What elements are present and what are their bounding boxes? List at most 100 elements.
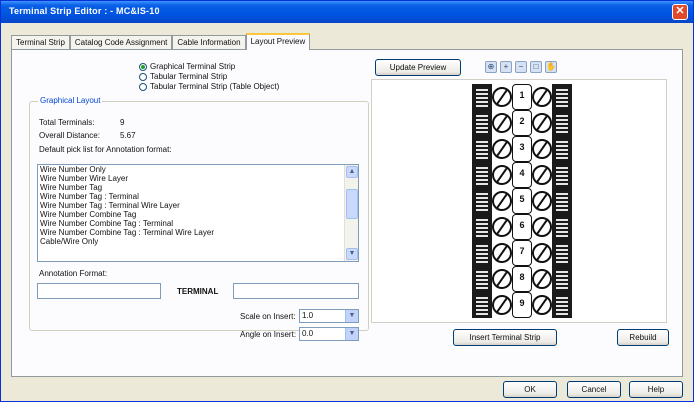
terminal-block: 5 bbox=[512, 188, 532, 214]
annotation-format-right-input[interactable] bbox=[233, 283, 359, 299]
close-button[interactable]: ✕ bbox=[672, 4, 688, 20]
tab-catalog-code-assignment[interactable]: Catalog Code Assignment bbox=[69, 35, 173, 50]
radio-indicator bbox=[139, 72, 147, 81]
chevron-down-icon[interactable]: ▼ bbox=[345, 310, 358, 322]
screw-icon bbox=[492, 139, 512, 159]
terminal-row: 6 bbox=[472, 214, 572, 240]
terminal-block: 4 bbox=[512, 162, 532, 188]
pan-icon[interactable]: ✋ bbox=[545, 61, 557, 73]
terminal-rail-right bbox=[552, 292, 572, 318]
terminal-block: 3 bbox=[512, 136, 532, 162]
terminal-rail-right bbox=[552, 214, 572, 240]
terminal-rail-left bbox=[472, 292, 492, 318]
terminal-row: 9 bbox=[472, 292, 572, 318]
terminal-number: 4 bbox=[519, 168, 525, 178]
radio-label: Tabular Terminal Strip bbox=[150, 72, 228, 81]
zoom-window-icon[interactable]: □ bbox=[530, 61, 542, 73]
zoom-out-icon[interactable]: − bbox=[515, 61, 527, 73]
total-terminals-label: Total Terminals: bbox=[39, 118, 95, 127]
list-item[interactable]: Wire Number Combine Tag : Terminal bbox=[38, 219, 358, 228]
scroll-thumb[interactable] bbox=[346, 189, 358, 219]
terminal-block: 9 bbox=[512, 292, 532, 318]
annotation-format-left-input[interactable] bbox=[37, 283, 161, 299]
list-item[interactable]: Wire Number Tag : Terminal Wire Layer bbox=[38, 201, 358, 210]
terminal-strip-preview: 1 2 3 4 5 6 7 8 9 bbox=[371, 79, 667, 323]
screw-icon bbox=[492, 295, 512, 315]
terminal-rail-left bbox=[472, 162, 492, 188]
list-item[interactable]: Wire Number Tag : Terminal bbox=[38, 192, 358, 201]
annotation-format-label: Annotation Format: bbox=[39, 269, 108, 278]
scroll-up-arrow-icon[interactable]: ▲ bbox=[346, 166, 358, 178]
insert-terminal-strip-button[interactable]: Insert Terminal Strip bbox=[453, 329, 557, 346]
scroll-down-arrow-icon[interactable]: ▼ bbox=[346, 248, 358, 260]
list-item[interactable]: Wire Number Combine Tag : Terminal Wire … bbox=[38, 228, 358, 237]
terminal-rail-left bbox=[472, 136, 492, 162]
screw-icon bbox=[532, 295, 552, 315]
screw-icon bbox=[532, 191, 552, 211]
angle-on-insert-combo[interactable]: 0.0 ▼ bbox=[299, 327, 359, 341]
pick-list-label: Default pick list for Annotation format: bbox=[39, 145, 172, 154]
list-item[interactable]: Wire Number Only bbox=[38, 165, 358, 174]
overall-distance-value: 5.67 bbox=[120, 131, 136, 140]
chevron-down-icon[interactable]: ▼ bbox=[345, 328, 358, 340]
terminal-row: 5 bbox=[472, 188, 572, 214]
terminal-rail-right bbox=[552, 266, 572, 292]
screw-icon bbox=[492, 191, 512, 211]
screw-icon bbox=[532, 113, 552, 133]
radio-graphical-terminal-strip[interactable]: Graphical Terminal Strip bbox=[139, 62, 235, 71]
terminal-rail-left bbox=[472, 266, 492, 292]
list-item[interactable]: Wire Number Combine Tag bbox=[38, 210, 358, 219]
screw-icon bbox=[492, 217, 512, 237]
screw-icon bbox=[492, 269, 512, 289]
terminal-rail-left bbox=[472, 110, 492, 136]
terminal-keyword: TERMINAL bbox=[177, 287, 219, 296]
screw-icon bbox=[532, 139, 552, 159]
screw-icon bbox=[532, 87, 552, 107]
terminal-row: 8 bbox=[472, 266, 572, 292]
terminal-number: 6 bbox=[519, 220, 525, 230]
list-scrollbar[interactable]: ▲ ▼ bbox=[344, 165, 358, 261]
terminal-rail-right bbox=[552, 188, 572, 214]
terminal-rail-right bbox=[552, 84, 572, 110]
title-bar[interactable]: Terminal Strip Editor : - MC&IS-10 ✕ bbox=[1, 1, 693, 23]
screw-icon bbox=[492, 113, 512, 133]
list-item[interactable]: Cable/Wire Only bbox=[38, 237, 358, 246]
cancel-button[interactable]: Cancel bbox=[567, 381, 621, 398]
terminal-number: 1 bbox=[519, 90, 525, 100]
screw-icon bbox=[532, 217, 552, 237]
terminal-rail-right bbox=[552, 240, 572, 266]
radio-indicator bbox=[139, 82, 147, 91]
screw-icon bbox=[492, 87, 512, 107]
help-button[interactable]: Help bbox=[629, 381, 683, 398]
screw-icon bbox=[532, 243, 552, 263]
ok-button[interactable]: OK bbox=[503, 381, 557, 398]
terminal-rail-right bbox=[552, 110, 572, 136]
tab-cable-information[interactable]: Cable Information bbox=[172, 35, 246, 50]
terminal-block: 6 bbox=[512, 214, 532, 240]
terminal-number: 8 bbox=[519, 272, 525, 282]
overall-distance-label: Overall Distance: bbox=[39, 131, 100, 140]
radio-label: Graphical Terminal Strip bbox=[150, 62, 236, 71]
terminal-block: 1 bbox=[512, 84, 532, 110]
list-item[interactable]: Wire Number Wire Layer bbox=[38, 174, 358, 183]
terminal-number: 2 bbox=[519, 116, 525, 126]
screw-icon bbox=[532, 165, 552, 185]
terminal-rail-left bbox=[472, 188, 492, 214]
radio-tabular-table-object[interactable]: Tabular Terminal Strip (Table Object) bbox=[139, 82, 279, 91]
tab-layout-preview[interactable]: Layout Preview bbox=[245, 33, 311, 50]
angle-value: 0.0 bbox=[302, 329, 314, 338]
zoom-in-icon[interactable]: + bbox=[500, 61, 512, 73]
terminal-row: 7 bbox=[472, 240, 572, 266]
radio-tabular-terminal-strip[interactable]: Tabular Terminal Strip bbox=[139, 72, 227, 81]
rebuild-button[interactable]: Rebuild bbox=[617, 329, 669, 346]
scale-on-insert-combo[interactable]: 1.0 ▼ bbox=[299, 309, 359, 323]
update-preview-button[interactable]: Update Preview bbox=[375, 59, 461, 76]
terminal-number: 7 bbox=[519, 246, 525, 256]
radio-label: Tabular Terminal Strip (Table Object) bbox=[150, 82, 280, 91]
zoom-extents-icon[interactable]: ⊕ bbox=[485, 61, 497, 73]
terminal-row: 2 bbox=[472, 110, 572, 136]
list-item[interactable]: Wire Number Tag bbox=[38, 183, 358, 192]
tab-terminal-strip[interactable]: Terminal Strip bbox=[11, 35, 70, 50]
annotation-pick-list[interactable]: Wire Number Only Wire Number Wire Layer … bbox=[37, 164, 359, 262]
terminal-block: 2 bbox=[512, 110, 532, 136]
